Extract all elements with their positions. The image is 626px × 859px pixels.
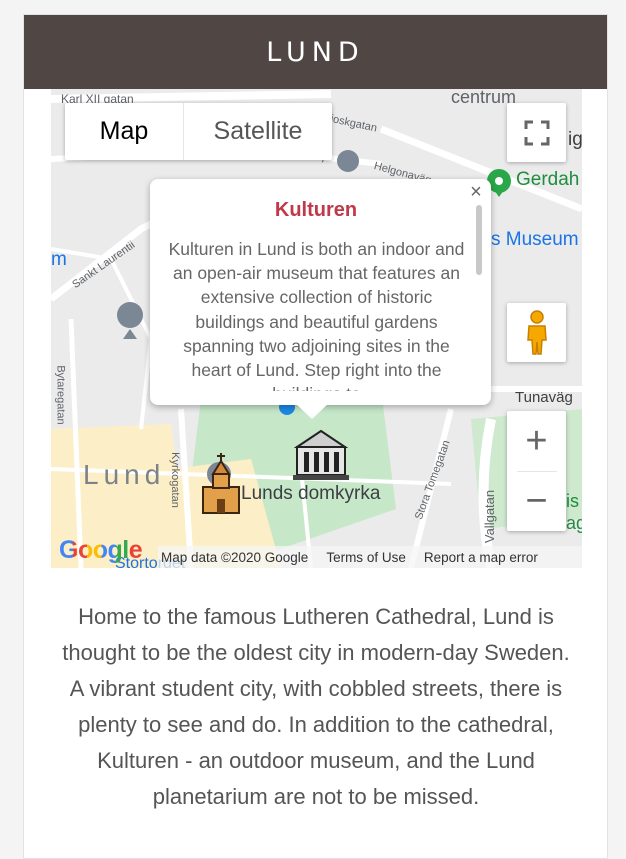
- page-title: LUND: [24, 15, 607, 89]
- info-window: × Kulturen Kulturen in Lund is both an i…: [150, 179, 491, 419]
- map-type-map-button[interactable]: Map: [65, 103, 183, 160]
- zoom-in-button[interactable]: +: [507, 412, 566, 471]
- zoom-control: + −: [507, 411, 566, 531]
- map-data-attribution: Map data ©2020 Google: [161, 549, 309, 565]
- map[interactable]: Karl XII gatan centrum Kioskgatan Univer…: [51, 89, 582, 568]
- map-label-tunavag: Tunaväg: [515, 389, 573, 406]
- map-label-kyrkogatan: Kyrkogatan: [168, 452, 181, 508]
- fullscreen-button[interactable]: [507, 103, 566, 162]
- map-label-museum: s Museum: [491, 229, 579, 250]
- terms-of-use-link[interactable]: Terms of Use: [316, 550, 414, 565]
- fullscreen-icon: [524, 120, 549, 145]
- google-logo-text: Google: [59, 536, 143, 564]
- map-label-ig: ig: [568, 129, 582, 150]
- map-label-ag: ag: [566, 513, 582, 533]
- map-label-lund: Lund: [83, 459, 166, 490]
- info-window-body: Kulturen in Lund is both an indoor and a…: [168, 239, 465, 391]
- map-label-gerdah: Gerdah: [516, 169, 580, 190]
- zoom-out-button[interactable]: −: [507, 472, 566, 531]
- google-logo[interactable]: Google: [59, 536, 143, 565]
- map-label-vallgatan: Vallgatan: [482, 489, 498, 544]
- map-attribution: Map data ©2020 Google Terms of Use Repor…: [158, 546, 582, 568]
- map-type-control: Map Satellite: [65, 103, 332, 160]
- map-label-bytaregatan: Bytaregatan: [54, 365, 67, 425]
- map-type-satellite-button[interactable]: Satellite: [183, 103, 332, 160]
- map-label-is: is: [566, 491, 579, 511]
- info-window-tail: [295, 403, 329, 419]
- city-description: Home to the famous Lutheren Cathedral, L…: [62, 604, 570, 809]
- report-map-error-link[interactable]: Report a map error: [414, 550, 546, 565]
- info-window-title: Kulturen: [274, 199, 358, 221]
- info-window-scrollbar[interactable]: [476, 205, 482, 275]
- map-label-m: m: [51, 249, 67, 270]
- content-card: LUND Karl XII gatan centrum Kioskgatan H…: [23, 14, 608, 859]
- map-label-domkyrka: Lunds domkyrka: [241, 483, 381, 504]
- pegman-icon: [526, 309, 547, 355]
- street-view-button[interactable]: [507, 303, 566, 362]
